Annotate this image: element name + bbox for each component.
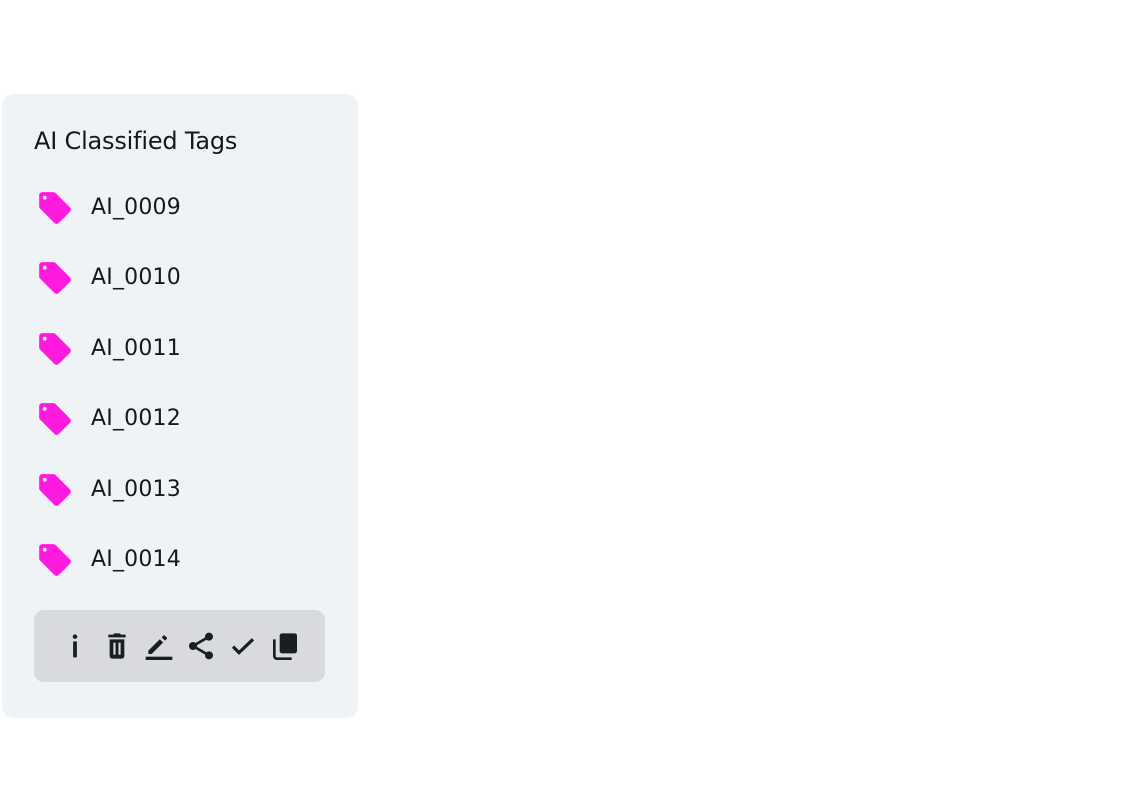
copy-button[interactable] — [264, 625, 306, 667]
tag-label: AI_0009 — [91, 195, 181, 220]
share-button[interactable] — [180, 625, 222, 667]
info-button[interactable] — [54, 625, 96, 667]
delete-button[interactable] — [96, 625, 138, 667]
tag-icon — [36, 541, 74, 579]
panel-title: AI Classified Tags — [34, 127, 238, 155]
tag-label: AI_0014 — [91, 546, 181, 572]
copy-icon — [269, 630, 301, 662]
tag-item[interactable]: AI_0010 — [34, 258, 334, 298]
tag-label: AI_0010 — [91, 265, 181, 291]
share-icon — [185, 630, 217, 662]
approve-button[interactable] — [222, 625, 264, 667]
tag-item[interactable]: AI_0014 — [34, 540, 334, 580]
tag-item[interactable]: AI_0009 — [34, 188, 334, 228]
delete-icon — [101, 630, 133, 662]
tag-item[interactable]: AI_0013 — [34, 470, 334, 510]
tag-label: AI_0013 — [91, 476, 181, 502]
tag-item[interactable]: AI_0012 — [34, 399, 334, 439]
tag-item[interactable]: AI_0011 — [34, 329, 334, 369]
tag-icon — [36, 330, 74, 368]
tag-label: AI_0011 — [91, 335, 181, 361]
tag-label: AI_0012 — [91, 406, 181, 432]
tag-icon — [36, 259, 74, 297]
tag-icon — [36, 471, 74, 509]
edit-icon — [143, 630, 175, 662]
tags-panel: AI Classified Tags AI_0009 AI_0010 AI_00… — [2, 94, 358, 718]
tag-icon — [36, 400, 74, 438]
tag-icon — [36, 189, 74, 227]
info-icon — [59, 630, 91, 662]
edit-button[interactable] — [138, 625, 180, 667]
check-icon — [227, 630, 259, 662]
tag-list: AI_0009 AI_0010 AI_0011 AI_0012 AI_0013 — [34, 188, 334, 610]
action-toolbar — [34, 610, 325, 682]
